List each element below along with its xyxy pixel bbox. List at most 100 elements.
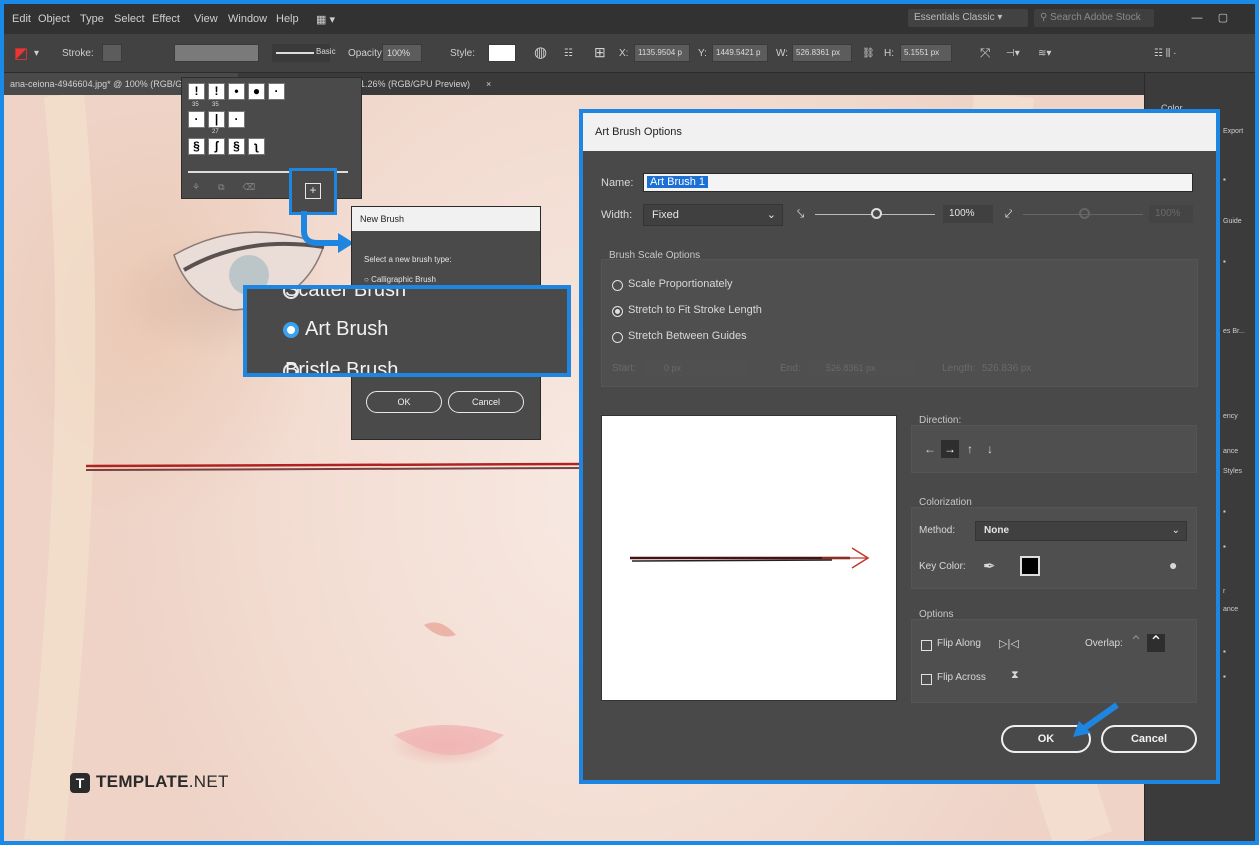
direction-right-icon[interactable]: → <box>941 440 959 458</box>
dock-item-appearance[interactable]: ance <box>1223 443 1238 461</box>
workspace-switcher[interactable]: Essentials Classic ▾ <box>908 9 1028 27</box>
fill-dropdown-icon[interactable]: ▾ <box>34 48 39 59</box>
tips-lightbulb-icon[interactable]: ● <box>1169 557 1177 573</box>
stroke-weight-stepper[interactable] <box>102 44 122 62</box>
new-brush-ok-button[interactable]: OK <box>366 391 442 413</box>
brush-swatch[interactable]: § <box>228 138 245 155</box>
opacity-label[interactable]: Opacity: <box>348 48 385 59</box>
dock-item-symbols-icon[interactable]: ▪ <box>1223 503 1226 521</box>
illustrator-window: Edit Object Type Select Effect View Wind… <box>4 4 1255 841</box>
dock-item-graphic-styles[interactable]: Styles <box>1223 463 1242 481</box>
variable-width-profile[interactable] <box>174 44 259 62</box>
opacity-input[interactable]: 100% <box>382 44 422 62</box>
h-input[interactable]: 5.1551 px <box>900 44 952 62</box>
y-input[interactable]: 1449.5421 p <box>712 44 768 62</box>
brush-swatch[interactable]: ʅ <box>248 138 265 155</box>
flip-along-checkbox[interactable] <box>921 640 932 651</box>
dock-item-character-icon[interactable]: ▪ <box>1223 668 1226 686</box>
brush-name-input[interactable]: Art Brush 1 <box>643 173 1193 192</box>
brush-definition-dropdown[interactable]: Basic <box>272 44 336 62</box>
dock-item-guide[interactable]: Guide <box>1223 213 1242 231</box>
direction-down-icon[interactable]: ↓ <box>981 440 999 458</box>
menu-item-effect[interactable]: Effect <box>152 13 180 25</box>
key-color-swatch[interactable] <box>1020 556 1040 576</box>
brush-swatch[interactable]: · <box>188 111 205 128</box>
dock-item-layers-icon[interactable]: ▪ <box>1223 171 1226 189</box>
menu-item-edit[interactable]: Edit <box>12 13 31 25</box>
brush-swatch[interactable]: ! <box>188 83 205 100</box>
key-color-label: Key Color: <box>919 561 966 572</box>
fill-swatch-icon[interactable]: ◩ <box>14 44 28 62</box>
maximize-icon[interactable]: ▢ <box>1210 8 1236 28</box>
panel-menu-icon[interactable]: ☷ ⫼ · <box>1154 48 1176 59</box>
brush-swatch[interactable]: § <box>188 138 205 155</box>
flip-across-checkbox[interactable] <box>921 674 932 685</box>
logo-brand-light: .NET <box>188 772 229 791</box>
transform-icon[interactable]: ⤧ <box>980 45 990 61</box>
reference-point-icon[interactable]: ⊞ <box>594 44 606 61</box>
brush-swatch[interactable]: · <box>268 83 285 100</box>
constrain-proportions-icon[interactable]: ⛓ <box>862 48 875 59</box>
recolor-artwork-icon[interactable]: ◍ <box>534 43 547 61</box>
w-input[interactable]: 526.8361 px <box>792 44 852 62</box>
isolate-icon[interactable]: ⊣▾ <box>1006 48 1020 59</box>
brush-swatch[interactable]: ● <box>248 83 265 100</box>
menu-item-object[interactable]: Object <box>38 13 70 25</box>
brush-swatch[interactable]: • <box>228 83 245 100</box>
dock-item-attributes-icon[interactable]: ▪ <box>1223 253 1226 271</box>
stretch-to-fit-radio[interactable] <box>612 306 623 317</box>
arrange-documents-icon[interactable]: ▦ ▾ <box>316 13 335 26</box>
width-slider-2-thumb <box>1079 208 1090 219</box>
new-brush-dialog-title: New Brush <box>352 207 540 231</box>
width-percent-input[interactable]: 100% <box>943 205 993 223</box>
menu-item-help[interactable]: Help <box>276 13 299 25</box>
align-icon[interactable]: ☷ <box>564 48 573 59</box>
brush-swatch[interactable]: · <box>228 111 245 128</box>
method-select[interactable]: None ⌄ <box>975 521 1187 541</box>
width-slider-thumb[interactable] <box>871 208 882 219</box>
stretch-between-guides-radio[interactable] <box>612 332 623 343</box>
menu-item-window[interactable]: Window <box>228 13 267 25</box>
minimize-icon[interactable]: — <box>1184 8 1210 28</box>
control-bar: ◩ ▾ Stroke: Basic Opacity: 100% Style: ◍… <box>4 34 1255 73</box>
pointer-arrow-icon <box>1073 702 1119 737</box>
menu-item-view[interactable]: View <box>194 13 218 25</box>
tab-close-icon[interactable]: × <box>480 73 497 95</box>
dock-item-align-icon[interactable]: ▪ <box>1223 538 1226 556</box>
menu-item-select[interactable]: Select <box>114 13 145 25</box>
direction-up-icon[interactable]: ↑ <box>961 440 979 458</box>
dock-item-export[interactable]: Export <box>1223 123 1243 141</box>
brush-swatch[interactable]: ʃ <box>208 138 225 155</box>
logo-brand-bold: TEMPLATE <box>96 772 189 791</box>
dock-item-links-icon[interactable]: ▪ <box>1223 643 1226 661</box>
calligraphic-brush-option[interactable]: ○ Calligraphic Brush <box>364 275 436 284</box>
new-brush-prompt: Select a new brush type: <box>364 255 452 264</box>
direction-left-icon[interactable]: ← <box>921 440 939 458</box>
style-label: Style: <box>450 48 476 59</box>
overlap-adjust-icon[interactable]: ⌃ <box>1127 634 1145 652</box>
overlap-no-adjust-icon[interactable]: ⌃ <box>1147 634 1165 652</box>
dock-item-brushes[interactable]: es Br... <box>1223 323 1245 341</box>
new-brush-button[interactable]: + <box>289 168 337 215</box>
menu-item-type[interactable]: Type <box>80 13 104 25</box>
dock-item-transparency[interactable]: ency <box>1223 408 1238 426</box>
start-label: Start: <box>612 363 636 374</box>
graphic-style-swatch[interactable] <box>488 44 516 62</box>
template-net-logo: T TEMPLATE.NET <box>70 769 270 797</box>
art-brush-stroke-path[interactable] <box>85 462 585 468</box>
brush-panel-footer-icons[interactable]: ⚘⧉⌫ <box>192 182 273 193</box>
dock-item-pathfinder[interactable]: r <box>1223 583 1225 601</box>
art-brush-radio[interactable] <box>283 322 299 338</box>
brush-swatch[interactable]: ! <box>208 83 225 100</box>
tab-document-2[interactable]: 1.26% (RGB/GPU Preview) <box>354 73 476 95</box>
x-input[interactable]: 1135.9504 p <box>634 44 690 62</box>
brush-swatch[interactable]: | <box>208 111 225 128</box>
template-logo-text: TEMPLATE.NET <box>96 772 229 792</box>
new-brush-cancel-button[interactable]: Cancel <box>448 391 524 413</box>
scale-proportionately-radio[interactable] <box>612 280 623 291</box>
eyedropper-icon[interactable]: ✒ <box>983 557 996 575</box>
dock-item-swatches[interactable]: ance <box>1223 601 1238 619</box>
stock-search-input[interactable]: ⚲ Search Adobe Stock <box>1034 9 1154 27</box>
warp-icon[interactable]: ≋▾ <box>1038 48 1051 59</box>
width-select[interactable]: Fixed ⌄ <box>643 204 783 226</box>
